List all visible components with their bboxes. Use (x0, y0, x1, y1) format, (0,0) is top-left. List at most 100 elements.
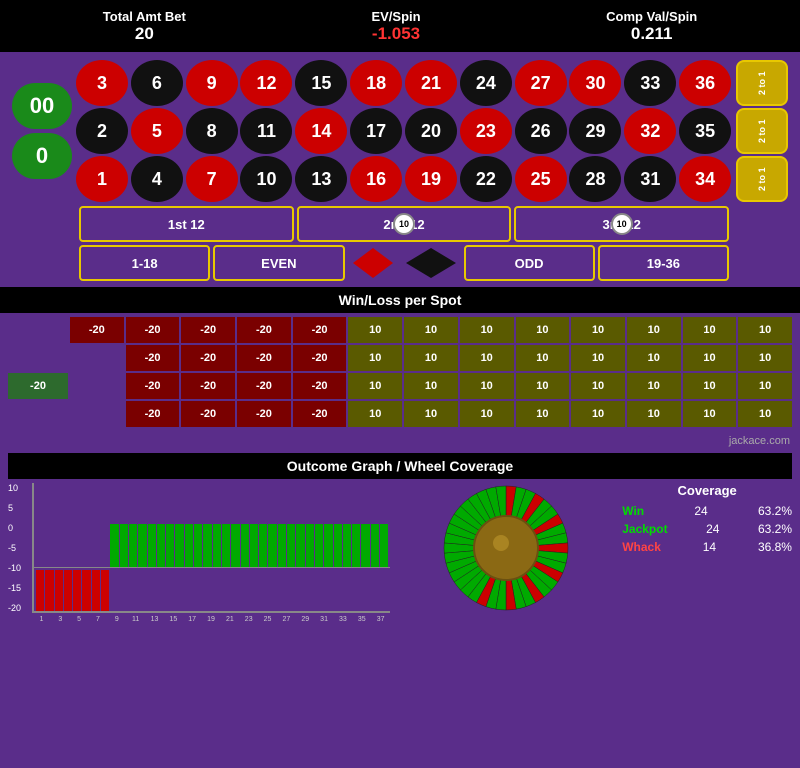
y-axis-labels: 10 5 0 -5 -10 -15 -20 (8, 483, 32, 613)
number-cell-29[interactable]: 29 (569, 108, 621, 154)
wl-cell-2-11: 10 (627, 373, 681, 399)
bar-wrapper-20 (222, 483, 230, 611)
number-cell-21[interactable]: 21 (405, 60, 457, 106)
number-cell-30[interactable]: 30 (569, 60, 621, 106)
coverage-win-count: 24 (694, 504, 707, 518)
bar-wrapper-33 (343, 483, 351, 611)
number-cell-8[interactable]: 8 (186, 108, 238, 154)
wl-cell-1-5: -20 (293, 345, 347, 371)
bar-el-21 (231, 524, 239, 567)
wl-cell-3-12: 10 (683, 401, 737, 427)
wl-cell-3-2: -20 (126, 401, 180, 427)
number-cell-9[interactable]: 9 (186, 60, 238, 106)
bar-wrapper-17 (194, 483, 202, 611)
red-diamond[interactable] (348, 245, 398, 281)
two-to-one-top[interactable]: 2 to 1 (736, 60, 788, 106)
x-label: 35 (352, 616, 371, 623)
bet-odd[interactable]: ODD (464, 245, 595, 281)
wl-cell-3-7: 10 (404, 401, 458, 427)
wl-cell-0-4: -20 (237, 317, 291, 343)
bar-wrapper-25 (268, 483, 276, 611)
number-cell-26[interactable]: 26 (515, 108, 567, 154)
number-cell-7[interactable]: 7 (186, 156, 238, 202)
number-cell-13[interactable]: 13 (295, 156, 347, 202)
number-cell-27[interactable]: 27 (515, 60, 567, 106)
second-dozen-chip: 10 (393, 213, 415, 235)
number-cell-20[interactable]: 20 (405, 108, 457, 154)
outcome-section: Outcome Graph / Wheel Coverage 10 5 0 -5… (0, 453, 800, 629)
bet-even[interactable]: EVEN (213, 245, 344, 281)
winloss-row-2: -20-20-20-20-201010101010101010 (8, 373, 792, 399)
x-label: 15 (164, 616, 183, 623)
second-dozen[interactable]: 2nd 12 10 (297, 206, 512, 242)
black-diamond[interactable] (401, 245, 461, 281)
bar-wrapper-6 (92, 483, 100, 611)
number-cell-22[interactable]: 22 (460, 156, 512, 202)
wl-cell-1-9: 10 (516, 345, 570, 371)
number-cell-31[interactable]: 31 (624, 156, 676, 202)
wl-cell-0-13: 10 (738, 317, 792, 343)
bar-el-0 (36, 570, 44, 611)
number-cell-5[interactable]: 5 (131, 108, 183, 154)
wl-cell-2-13: 10 (738, 373, 792, 399)
bar-el-14 (166, 524, 174, 567)
wl-cell-1-13: 10 (738, 345, 792, 371)
bet-1-18[interactable]: 1-18 (79, 245, 210, 281)
bar-el-22 (241, 524, 249, 567)
number-cell-35[interactable]: 35 (679, 108, 731, 154)
number-cell-25[interactable]: 25 (515, 156, 567, 202)
wl-cell-2-12: 10 (683, 373, 737, 399)
bar-el-34 (352, 524, 360, 567)
two-to-one-mid[interactable]: 2 to 1 (736, 108, 788, 154)
winloss-grid-container: -20-20-20-20-201010101010101010-20-20-20… (0, 313, 800, 433)
winloss-section: Win/Loss per Spot -20-20-20-20-201010101… (0, 287, 800, 449)
number-cell-33[interactable]: 33 (624, 60, 676, 106)
number-cell-3[interactable]: 3 (76, 60, 128, 106)
bar-el-36 (371, 524, 379, 567)
wl-cell-0-12: 10 (683, 317, 737, 343)
number-cell-6[interactable]: 6 (131, 60, 183, 106)
bar-el-10 (129, 524, 137, 567)
ev-spin-value: -1.053 (371, 24, 420, 44)
two-to-one-bot[interactable]: 2 to 1 (736, 156, 788, 202)
number-cell-34[interactable]: 34 (679, 156, 731, 202)
third-dozen[interactable]: 3rd 12 10 (514, 206, 729, 242)
two-to-one-column: 2 to 1 2 to 1 2 to 1 (736, 60, 788, 202)
number-cell-36[interactable]: 36 (679, 60, 731, 106)
wl-cell-2-7: 10 (404, 373, 458, 399)
double-zero[interactable]: 00 (12, 83, 72, 129)
number-cell-15[interactable]: 15 (295, 60, 347, 106)
bar-wrapper-24 (259, 483, 267, 611)
number-cell-4[interactable]: 4 (131, 156, 183, 202)
wl-cell-0-5: -20 (293, 317, 347, 343)
number-cell-1[interactable]: 1 (76, 156, 128, 202)
number-cell-23[interactable]: 23 (460, 108, 512, 154)
bar-wrapper-9 (120, 483, 128, 611)
first-dozen[interactable]: 1st 12 (79, 206, 294, 242)
zero[interactable]: 0 (12, 133, 72, 179)
number-cell-28[interactable]: 28 (569, 156, 621, 202)
number-cell-14[interactable]: 14 (295, 108, 347, 154)
number-cell-19[interactable]: 19 (405, 156, 457, 202)
bet-19-36[interactable]: 19-36 (598, 245, 729, 281)
number-cell-16[interactable]: 16 (350, 156, 402, 202)
coverage-table: Coverage Win 24 63.2% Jackpot 24 63.2% W… (622, 483, 792, 558)
number-cell-10[interactable]: 10 (240, 156, 292, 202)
number-cell-12[interactable]: 12 (240, 60, 292, 106)
x-label: 5 (70, 616, 89, 623)
number-cell-18[interactable]: 18 (350, 60, 402, 106)
number-cell-24[interactable]: 24 (460, 60, 512, 106)
number-cell-2[interactable]: 2 (76, 108, 128, 154)
number-cell-17[interactable]: 17 (350, 108, 402, 154)
wl-cell-3-11: 10 (627, 401, 681, 427)
wl-cell-0-1: -20 (70, 317, 124, 343)
bar-wrapper-26 (278, 483, 286, 611)
wl-cell-1-10: 10 (571, 345, 625, 371)
wl-cell-3-1 (70, 401, 124, 427)
bar-wrapper-5 (82, 483, 90, 611)
bar-el-8 (110, 524, 118, 567)
number-cell-32[interactable]: 32 (624, 108, 676, 154)
coverage-whack-row: Whack 14 36.8% (622, 540, 792, 554)
bar-wrapper-10 (129, 483, 137, 611)
number-cell-11[interactable]: 11 (240, 108, 292, 154)
